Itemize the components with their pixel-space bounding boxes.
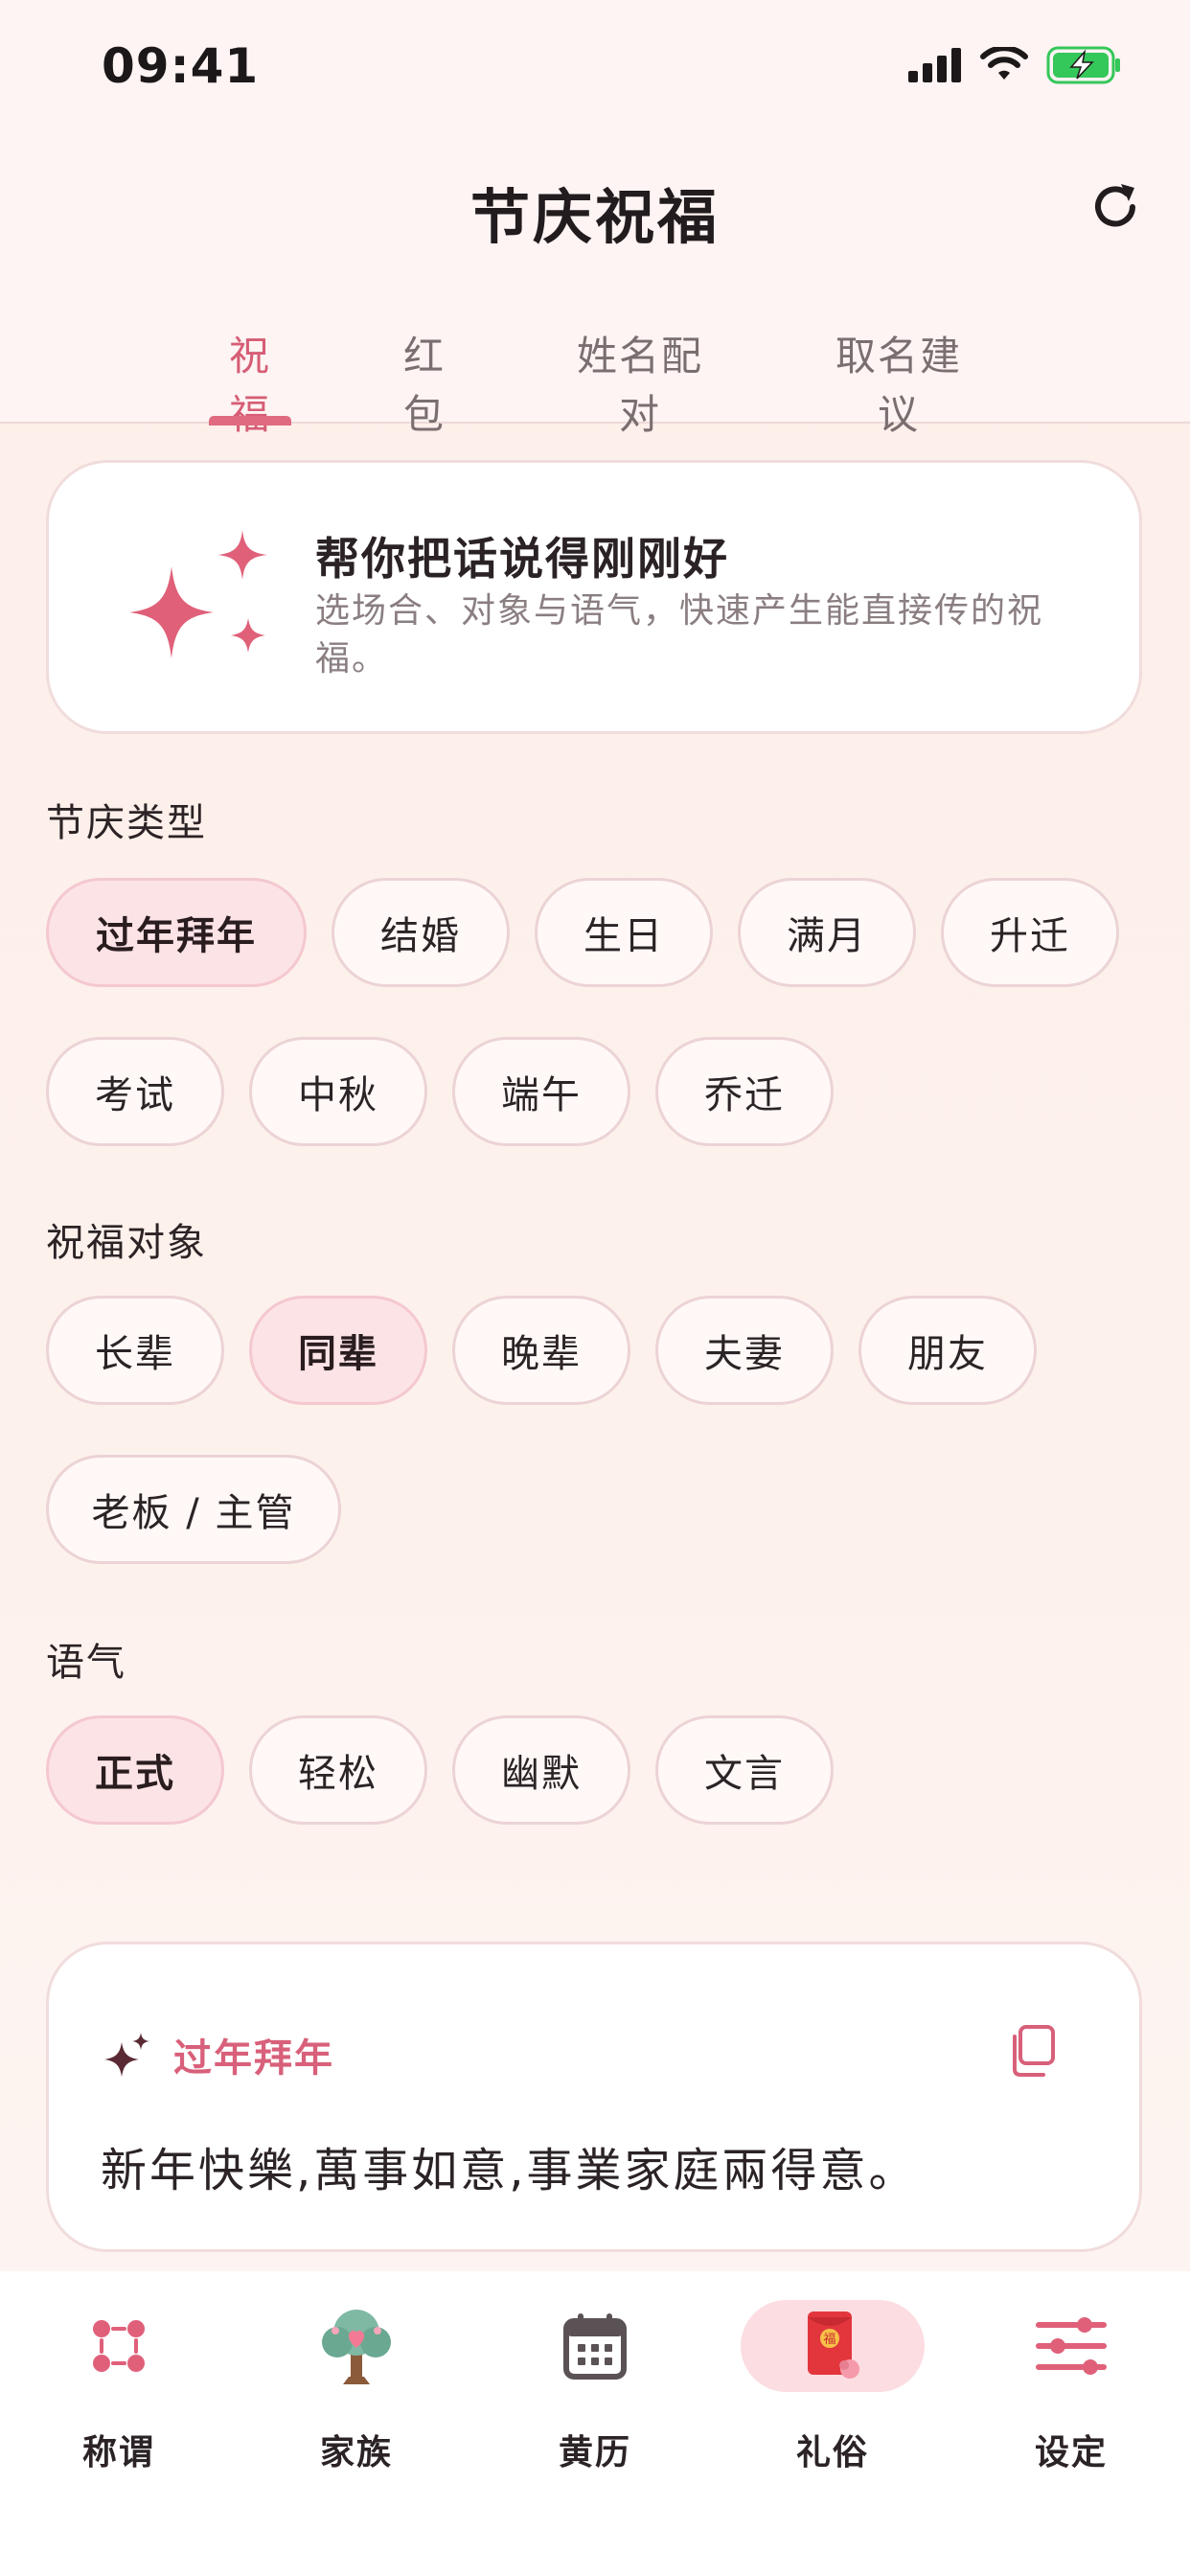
intro-card: 帮你把话说得刚刚好 选场合、对象与语气，快速产生能直接传的祝福。 — [46, 460, 1142, 734]
sparkles-icon — [129, 530, 267, 658]
status-time: 09:41 — [102, 38, 260, 94]
chip-target-elders[interactable]: 长辈 — [46, 1296, 224, 1405]
festival-section-label: 节庆类型 — [46, 801, 207, 845]
red-envelope-icon: 福 — [808, 2312, 859, 2379]
chip-tone-formal[interactable]: 正式 — [46, 1715, 224, 1825]
refresh-icon[interactable] — [1085, 176, 1146, 238]
nav-label-kinship: 称谓 — [81, 2433, 155, 2472]
tab-red-envelope[interactable]: 红包 — [383, 324, 466, 438]
target-section-label: 祝福对象 — [46, 1221, 207, 1265]
result-tag: 过年拜年 — [173, 2036, 334, 2081]
result-text: 新年快樂,萬事如意,事業家庭兩得意。 — [101, 2144, 918, 2197]
family-tree-icon — [322, 2310, 391, 2384]
nav-label-almanac: 黄历 — [558, 2433, 631, 2472]
nav-label-etiquette: 礼俗 — [795, 2433, 869, 2472]
calendar-icon — [563, 2313, 627, 2380]
chip-target-spouse[interactable]: 夫妻 — [655, 1296, 834, 1405]
active-tab-indicator — [209, 416, 291, 426]
chip-festival-wedding[interactable]: 结婚 — [332, 878, 510, 987]
chip-tone-classical[interactable]: 文言 — [655, 1715, 834, 1825]
nav-item-settings[interactable]: 设定 — [952, 2300, 1190, 2482]
chip-festival-exam[interactable]: 考试 — [46, 1037, 224, 1146]
nav-item-almanac[interactable]: 黄历 — [476, 2300, 714, 2482]
tab-naming-advice[interactable]: 取名建议 — [816, 324, 981, 438]
sliders-icon — [1036, 2317, 1107, 2375]
intro-description: 选场合、对象与语气，快速产生能直接传的祝福。 — [315, 591, 1044, 678]
nav-label-family: 家族 — [319, 2433, 393, 2472]
result-card: 过年拜年 新年快樂,萬事如意,事業家庭兩得意。 — [46, 1942, 1142, 2252]
chip-tone-humorous[interactable]: 幽默 — [452, 1715, 630, 1825]
chip-festival-full-month[interactable]: 满月 — [738, 878, 916, 987]
chip-target-juniors[interactable]: 晚辈 — [452, 1296, 630, 1405]
top-bar: 09:41 节庆祝福 祝福 红包 姓名配对 取名建议 — [0, 0, 1190, 438]
tone-section-label: 语气 — [46, 1641, 126, 1685]
chip-festival-dragon-boat[interactable]: 端午 — [452, 1037, 630, 1146]
svg-text:福: 福 — [823, 2333, 835, 2347]
kinship-dots-icon — [93, 2320, 145, 2372]
chip-festival-new-year[interactable]: 过年拜年 — [46, 878, 307, 987]
intro-title: 帮你把话说得刚刚好 — [315, 533, 729, 585]
tab-name-match[interactable]: 姓名配对 — [558, 324, 722, 438]
tab-bar: 祝福 红包 姓名配对 取名建议 — [0, 324, 1190, 438]
chip-target-friends[interactable]: 朋友 — [858, 1296, 1037, 1405]
cellular-signal-icon — [908, 48, 961, 82]
chip-tone-casual[interactable]: 轻松 — [249, 1715, 427, 1825]
nav-item-kinship[interactable]: 称谓 — [0, 2300, 238, 2482]
nav-item-etiquette[interactable]: 福 礼俗 — [714, 2300, 951, 2482]
chip-target-peers[interactable]: 同辈 — [249, 1296, 427, 1405]
tab-blessing[interactable]: 祝福 — [209, 324, 291, 438]
nav-item-family[interactable]: 家族 — [238, 2300, 475, 2482]
chip-festival-birthday[interactable]: 生日 — [535, 878, 713, 987]
wifi-icon — [980, 47, 1028, 80]
status-icons — [908, 44, 1123, 86]
bottom-nav: 称谓 家族 黄历 福 礼俗 设定 — [0, 2271, 1190, 2576]
copy-icon[interactable] — [1005, 2023, 1061, 2079]
chip-festival-housewarming[interactable]: 乔迁 — [655, 1037, 834, 1146]
chip-festival-promotion[interactable]: 升迁 — [941, 878, 1119, 987]
chip-festival-mid-autumn[interactable]: 中秋 — [249, 1037, 427, 1146]
chip-target-boss[interactable]: 老板 / 主管 — [46, 1455, 341, 1564]
page-title: 节庆祝福 — [469, 182, 720, 252]
battery-charging-icon — [1046, 46, 1120, 84]
sparkle-icon — [104, 2033, 149, 2077]
nav-label-settings: 设定 — [1034, 2433, 1108, 2472]
